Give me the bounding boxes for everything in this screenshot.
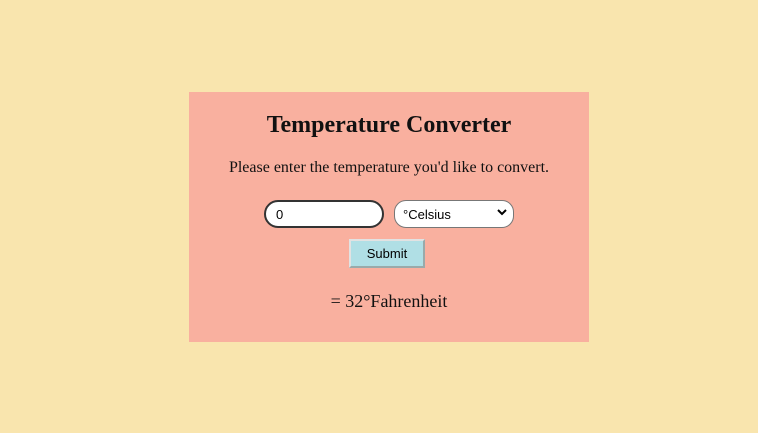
converter-card: Temperature Converter Please enter the t… — [189, 92, 589, 342]
instruction-text: Please enter the temperature you'd like … — [228, 159, 550, 176]
unit-select[interactable]: °Celsius — [394, 200, 514, 228]
submit-button[interactable]: Submit — [349, 239, 425, 268]
chevron-down-icon — [497, 209, 507, 219]
input-row: °Celsius — [189, 200, 589, 228]
result-text: = 32°Fahrenheit — [330, 291, 448, 311]
temperature-input[interactable] — [264, 200, 384, 228]
unit-select-value: °Celsius — [403, 206, 451, 222]
page-title: Temperature Converter — [266, 112, 512, 138]
